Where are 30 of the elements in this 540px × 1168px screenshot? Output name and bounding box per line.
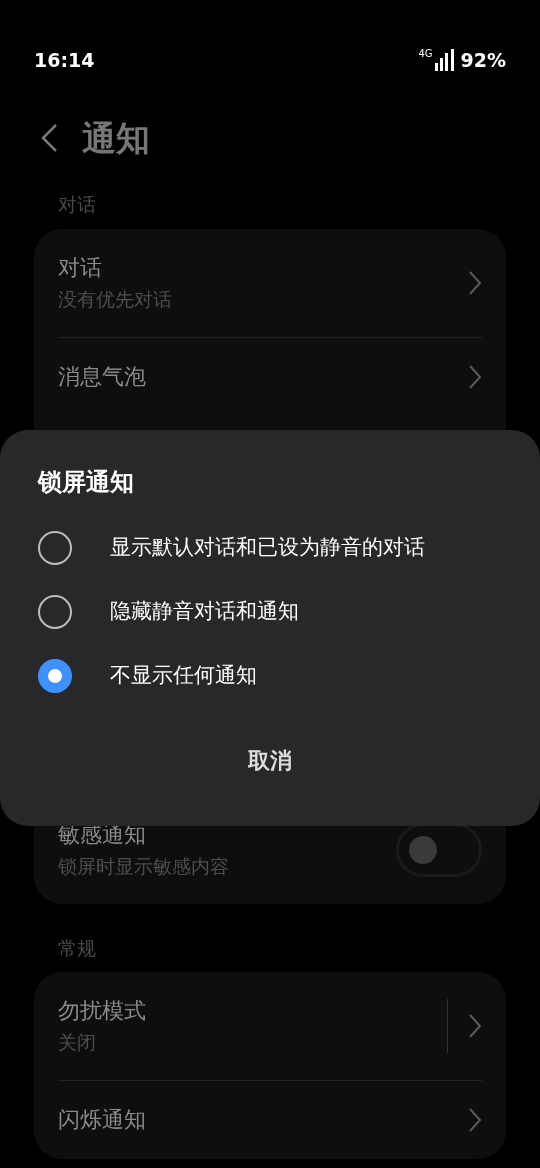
battery-percentage: 92% (460, 47, 506, 73)
section-label: 对话 (57, 192, 97, 217)
radio-option[interactable]: 不显示任何通知 (38, 644, 502, 708)
back-icon[interactable] (40, 123, 58, 153)
radio-button[interactable] (38, 531, 72, 565)
option-label: 隐藏静音对话和通知 (110, 598, 299, 626)
setting-title: 对话 (58, 253, 103, 282)
chevron-right-icon (468, 1013, 482, 1039)
radio-button[interactable] (38, 659, 72, 693)
option-label: 显示默认对话和已设为静音的对话 (110, 534, 425, 562)
setting-subtitle: 关闭 (58, 1030, 97, 1055)
section-label: 常规 (57, 935, 97, 961)
option-label: 不显示任何通知 (110, 662, 257, 690)
clock: 16:14 (34, 47, 95, 73)
setting-title: 勿扰模式 (58, 997, 147, 1025)
radio-button[interactable] (38, 595, 72, 629)
page-title: 通知 (82, 116, 150, 160)
setting-title: 闪烁通知 (58, 1106, 147, 1134)
signal-icon (434, 49, 455, 71)
radio-option[interactable]: 显示默认对话和已设为静音的对话 (38, 516, 502, 580)
setting-subtitle: 没有优先对话 (58, 286, 173, 312)
chevron-right-icon (468, 269, 482, 296)
setting-title: 消息气泡 (58, 362, 147, 391)
network-label: 4G (418, 49, 433, 59)
cancel-button[interactable]: 取消 (228, 738, 312, 783)
chevron-right-icon (468, 363, 482, 390)
dialog-title: 锁屏通知 (38, 467, 135, 498)
chevron-right-icon (468, 1107, 482, 1133)
radio-option[interactable]: 隐藏静音对话和通知 (38, 580, 502, 644)
setting-subtitle: 锁屏时显示敏感内容 (58, 853, 230, 879)
